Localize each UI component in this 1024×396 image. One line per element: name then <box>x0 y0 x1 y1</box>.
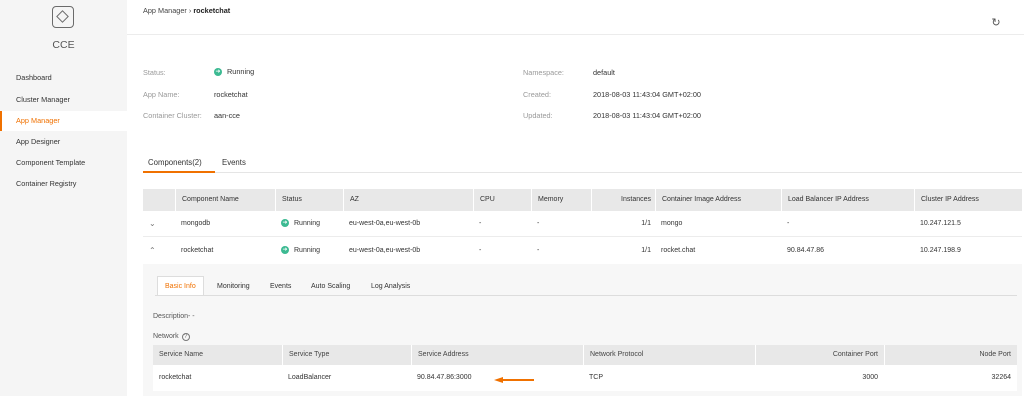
col-lb-ip: Load Balancer IP Address <box>781 189 914 211</box>
refresh-icon[interactable]: ↻ <box>990 17 1002 29</box>
table-row: rocketchat LoadBalancer 90.84.47.86:3000… <box>153 365 1017 391</box>
component-lb-ip: 90.84.47.86 <box>787 247 824 254</box>
col-memory: Memory <box>531 189 591 211</box>
running-status-icon: ➜ <box>281 219 289 228</box>
collapse-chevron-icon[interactable]: ⌃ <box>149 238 156 264</box>
col-container-port: Container Port <box>755 345 884 365</box>
component-instances: 1/1 <box>641 220 651 227</box>
subtabs-divider <box>155 295 1017 296</box>
component-detail-panel: Basic Info Monitoring Events Auto Scalin… <box>143 264 1022 396</box>
service-type: LoadBalancer <box>288 374 332 381</box>
component-az: eu-west-0a,eu-west-0b <box>349 220 421 227</box>
component-status: ➜ Running <box>281 219 321 228</box>
created-value: 2018-08-03 11:43:04 GMT+02:00 <box>593 90 701 99</box>
table-row[interactable]: ⌄ mongodb ➜ Running eu-west-0a,eu-west-0b… <box>143 211 1022 237</box>
status-value: ➜ Running <box>214 67 255 77</box>
component-cpu: - <box>479 220 482 227</box>
col-service-address: Service Address <box>411 345 583 365</box>
sidebar: CCE Dashboard Cluster Manager App Manage… <box>0 0 127 396</box>
col-network-protocol: Network Protocol <box>583 345 755 365</box>
component-cluster-ip: 10.247.121.5 <box>920 220 961 227</box>
network-heading: Network? <box>153 333 190 341</box>
annotation-arrow-icon <box>494 377 534 383</box>
description-text: Description- - <box>153 313 195 320</box>
sidebar-item-app-designer[interactable]: App Designer <box>0 132 127 152</box>
component-cpu: - <box>479 247 482 254</box>
service-protocol: TCP <box>589 374 603 381</box>
header-divider <box>127 34 1024 35</box>
logo-text: CCE <box>52 39 75 51</box>
help-icon[interactable]: ? <box>181 333 190 341</box>
col-status: Status <box>275 189 343 211</box>
col-cpu: CPU <box>473 189 531 211</box>
col-component-name: Component Name <box>175 189 275 211</box>
created-label: Created: <box>523 90 551 99</box>
col-service-type: Service Type <box>282 345 411 365</box>
component-status: ➜ Running <box>281 246 321 255</box>
active-tab-indicator <box>143 171 215 173</box>
component-lb-ip: - <box>787 220 790 227</box>
tab-events[interactable]: Events <box>222 158 246 167</box>
sidebar-item-cluster-manager[interactable]: Cluster Manager <box>0 90 127 110</box>
col-image: Container Image Address <box>655 189 781 211</box>
status-label: Status: <box>143 68 166 77</box>
service-name: rocketchat <box>159 374 192 381</box>
table-row[interactable]: ⌃ rocketchat ➜ Running eu-west-0a,eu-west… <box>143 238 1022 264</box>
service-container-port: 3000 <box>862 374 878 381</box>
service-node-port: 32264 <box>991 374 1011 381</box>
sidebar-item-app-manager[interactable]: App Manager <box>0 111 127 131</box>
expand-chevron-icon[interactable]: ⌄ <box>149 211 156 237</box>
subtab-basic-info[interactable]: Basic Info <box>157 276 204 296</box>
components-table-header: Component Name Status AZ CPU Memory Inst… <box>143 189 1022 211</box>
subtab-events[interactable]: Events <box>270 278 291 296</box>
subtab-monitoring[interactable]: Monitoring <box>217 278 250 296</box>
namespace-value: default <box>593 68 615 77</box>
running-status-icon: ➜ <box>214 68 222 77</box>
component-memory: - <box>537 247 540 254</box>
breadcrumb: App Manager › rocketchat <box>143 6 230 15</box>
subtab-log-analysis[interactable]: Log Analysis <box>371 278 410 296</box>
breadcrumb-separator: › <box>188 6 192 15</box>
component-cluster-ip: 10.247.198.9 <box>920 247 961 254</box>
breadcrumb-parent[interactable]: App Manager <box>143 6 187 15</box>
updated-label: Updated: <box>523 111 553 120</box>
sidebar-item-component-template[interactable]: Component Template <box>0 153 127 173</box>
running-status-icon: ➜ <box>281 246 289 255</box>
updated-value: 2018-08-03 11:43:04 GMT+02:00 <box>593 111 701 120</box>
cce-logo-icon <box>52 6 74 28</box>
component-name[interactable]: rocketchat <box>175 238 213 264</box>
component-instances: 1/1 <box>641 247 651 254</box>
tab-components[interactable]: Components(2) <box>148 158 202 167</box>
component-image: mongo <box>661 220 683 227</box>
component-image: rocket.chat <box>661 247 696 254</box>
breadcrumb-current: rocketchat <box>193 6 231 15</box>
col-instances: Instances <box>591 189 655 211</box>
col-az: AZ <box>343 189 473 211</box>
tabs-divider <box>143 172 1022 173</box>
app-name-label: App Name: <box>143 90 180 99</box>
app-name-value: rocketchat <box>214 90 248 99</box>
services-table-header: Service Name Service Type Service Addres… <box>153 345 1017 365</box>
col-cluster-ip: Cluster IP Address <box>914 189 1022 211</box>
cluster-value: aan-cce <box>214 111 240 120</box>
component-name[interactable]: mongodb <box>175 211 210 237</box>
component-az: eu-west-0a,eu-west-0b <box>349 247 421 254</box>
sidebar-item-dashboard[interactable]: Dashboard <box>0 68 127 88</box>
component-memory: - <box>537 220 540 227</box>
col-node-port: Node Port <box>884 345 1017 365</box>
sidebar-item-container-registry[interactable]: Container Registry <box>0 174 127 194</box>
subtab-auto-scaling[interactable]: Auto Scaling <box>311 278 350 296</box>
namespace-label: Namespace: <box>523 68 564 77</box>
col-service-name: Service Name <box>159 351 203 358</box>
cluster-label: Container Cluster: <box>143 111 202 120</box>
